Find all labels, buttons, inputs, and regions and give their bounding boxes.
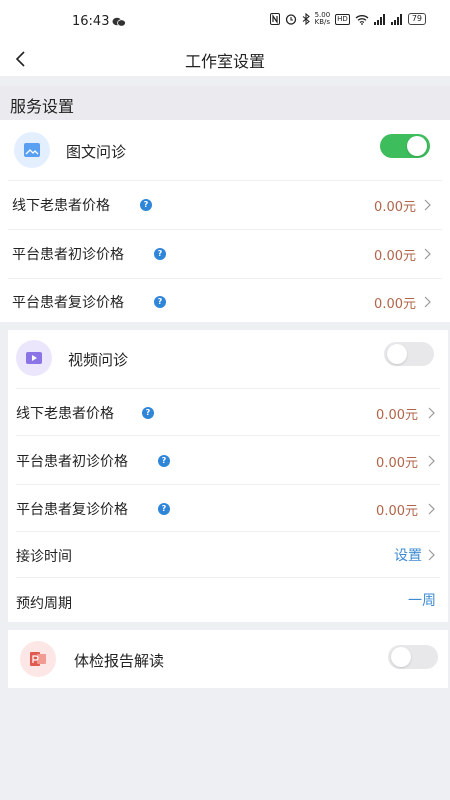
price-value: 0.00元 (374, 200, 416, 215)
nav-bar: 工作室设置 (0, 40, 450, 76)
signal-icon (373, 13, 385, 25)
help-icon[interactable]: ? (140, 199, 152, 211)
price-row[interactable]: 平台患者复诊价格 ? 0.00元 (8, 485, 448, 531)
alarm-icon (285, 14, 296, 25)
signal-icon-2 (390, 13, 402, 25)
report-reading-label: 体检报告解读 (74, 652, 165, 670)
help-icon[interactable]: ? (154, 248, 166, 260)
wifi-icon (355, 14, 369, 25)
nfc-icon (269, 13, 280, 25)
video-consult-toggle[interactable] (384, 342, 434, 366)
price-row[interactable]: 平台患者复诊价格 ? 0.00元 (0, 279, 450, 322)
status-time: 16:43 (72, 14, 110, 29)
price-value: 0.00元 (374, 249, 416, 264)
section-title: 服务设置 (10, 97, 75, 116)
chevron-right-icon (424, 296, 431, 308)
price-row[interactable]: 平台患者初诊价格 ? 0.00元 (0, 230, 450, 278)
report-icon (20, 641, 56, 677)
battery-icon: 79 (407, 13, 426, 25)
video-consult-label: 视频问诊 (68, 351, 129, 369)
chevron-right-icon (428, 455, 435, 467)
schedule-value: 设置 (394, 548, 422, 564)
price-value: 0.00元 (374, 297, 416, 312)
price-value: 0.00元 (376, 504, 418, 519)
toggle-knob (407, 136, 427, 156)
status-bar: 16:43 5.00 KB/s HD 79 (0, 0, 450, 40)
schedule-label: 接诊时间 (16, 549, 72, 565)
price-row-label: 平台患者复诊价格 (16, 502, 128, 518)
page-title: 工作室设置 (184, 52, 265, 71)
booking-period-value: 一周 (408, 593, 436, 609)
price-row-label: 平台患者复诊价格 (12, 295, 124, 311)
video-icon (16, 340, 52, 376)
empty-area (0, 696, 450, 800)
net-speed: 5.00 KB/s (314, 11, 331, 26)
price-row[interactable]: 线下老患者价格 ? 0.00元 (0, 181, 450, 229)
report-reading-toggle[interactable] (388, 645, 438, 669)
chevron-right-icon (424, 199, 431, 211)
schedule-row[interactable]: 接诊时间 设置 (8, 532, 448, 577)
booking-period-row[interactable]: 预约周期 一周 (8, 578, 448, 622)
hd-badge: HD (335, 13, 350, 25)
video-consult-row: 视频问诊 (8, 330, 448, 388)
chevron-right-icon (428, 549, 435, 561)
price-value: 0.00元 (376, 456, 418, 471)
toggle-knob (387, 344, 407, 364)
report-reading-card: 体检报告解读 (8, 630, 448, 688)
section-header: 服务设置 (0, 86, 450, 120)
price-row-label: 平台患者初诊价格 (12, 247, 124, 263)
price-row[interactable]: 平台患者初诊价格 ? 0.00元 (8, 436, 448, 484)
image-text-consult-toggle[interactable] (380, 134, 430, 158)
image-text-consult-card: 图文问诊 线下老患者价格 ? 0.00元 平台患者初诊价格 ? 0.00元 平台… (0, 120, 450, 322)
chevron-right-icon (424, 248, 431, 260)
price-row-label: 线下老患者价格 (12, 198, 110, 214)
price-row[interactable]: 线下老患者价格 ? 0.00元 (8, 389, 448, 435)
status-icons: 5.00 KB/s HD 79 (269, 11, 426, 26)
bluetooth-icon (302, 13, 310, 25)
help-icon[interactable]: ? (158, 455, 170, 467)
help-icon[interactable]: ? (154, 296, 166, 308)
toggle-knob (391, 647, 411, 667)
chevron-right-icon (428, 503, 435, 515)
help-icon[interactable]: ? (142, 407, 154, 419)
price-row-label: 平台患者初诊价格 (16, 454, 128, 470)
help-icon[interactable]: ? (158, 503, 170, 515)
image-text-consult-row: 图文问诊 (0, 120, 450, 180)
price-value: 0.00元 (376, 408, 418, 423)
price-row-label: 线下老患者价格 (16, 406, 114, 422)
chevron-right-icon (428, 407, 435, 419)
image-text-consult-label: 图文问诊 (66, 143, 127, 161)
wechat-icon (112, 17, 126, 27)
booking-period-label: 预约周期 (16, 596, 72, 612)
video-consult-card: 视频问诊 线下老患者价格 ? 0.00元 平台患者初诊价格 ? 0.00元 平台… (8, 330, 448, 622)
image-icon (14, 132, 50, 168)
